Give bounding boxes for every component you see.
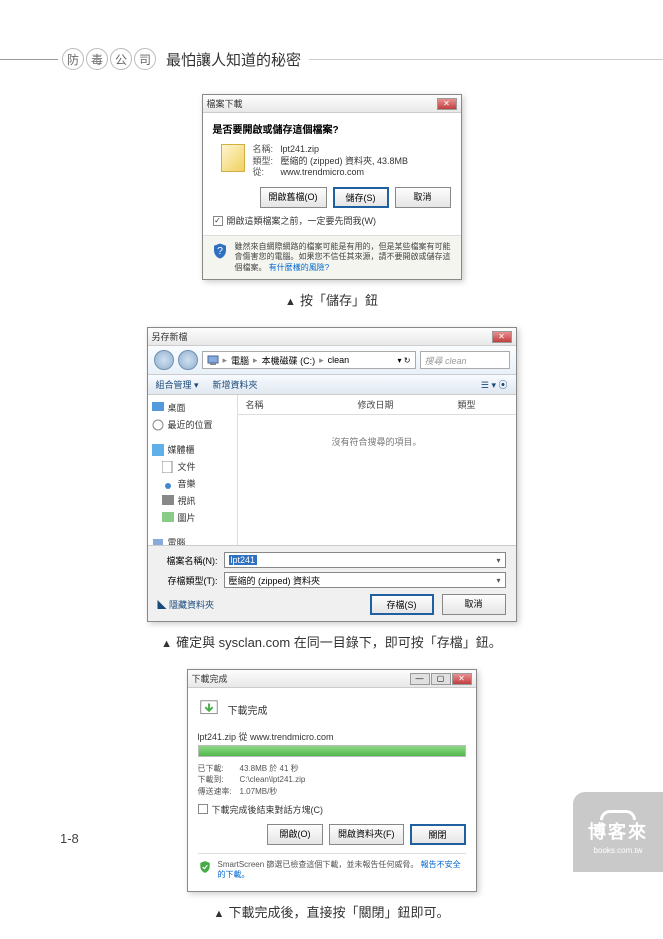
save-as-dialog: 另存新檔 ✕ ▸ 電腦 ▸ 本機磁碟 (C:) ▸ clean ▾ ↻ 搜尋 c…: [147, 327, 517, 622]
titlebar: 另存新檔 ✕: [148, 328, 516, 346]
always-ask-label: 開啟這類檔案之前，一定要先問我(W): [227, 214, 377, 227]
forward-button[interactable]: [178, 350, 198, 370]
filetype-select[interactable]: 壓縮的 (zipped) 資料夾: [224, 572, 506, 588]
titlebar-text: 另存新檔: [152, 330, 188, 343]
open-button[interactable]: 開啟舊檔(O): [260, 187, 327, 208]
download-url: lpt241.zip 從 www.trendmicro.com: [198, 730, 466, 743]
badge-2: 毒: [86, 48, 108, 70]
titlebar: 檔案下載 ✕: [203, 95, 461, 113]
organize-menu[interactable]: 組合管理 ▾: [156, 378, 199, 391]
videos-icon: [162, 495, 174, 507]
download-complete-dialog: 下載完成 — ▢ ✕ 下載完成 lpt241.zip 從 www.trendmi…: [187, 669, 477, 891]
smartscreen-icon: [198, 860, 212, 874]
bc-computer[interactable]: 電腦: [231, 354, 249, 367]
column-date[interactable]: 修改日期: [358, 398, 458, 411]
computer-icon: [207, 354, 219, 366]
titlebar-text: 下載完成: [192, 672, 228, 685]
cancel-button[interactable]: 取消: [395, 187, 451, 208]
sidebar-libraries[interactable]: 媒體櫃: [152, 441, 233, 458]
download-stats: 已下載:43.8MB 於 41 秒 下載到:C:\clean\lpt241.zi…: [198, 763, 466, 797]
dialog-question: 是否要開啟或儲存這個檔案?: [213, 121, 451, 136]
libraries-icon: [152, 444, 164, 456]
header-rule-left: [0, 59, 58, 60]
shield-icon: ?: [211, 242, 229, 260]
risk-link[interactable]: 有什麼樣的風險?: [269, 263, 329, 272]
sidebar-desktop[interactable]: 桌面: [152, 399, 233, 416]
caption-3: ▲下載完成後，直接按「關閉」鈕即可。: [214, 902, 450, 921]
caption-2: ▲確定與 sysclan.com 在同一目錄下，即可按「存檔」鈕。: [161, 632, 502, 651]
badge-3: 公: [110, 48, 132, 70]
watermark-logo: 博客來 books.com.tw: [573, 792, 663, 872]
cancel-button[interactable]: 取消: [442, 594, 506, 615]
sidebar-pictures[interactable]: 圖片: [152, 509, 233, 526]
close-button[interactable]: ✕: [437, 98, 457, 110]
progress-bar: [198, 745, 466, 757]
open-button[interactable]: 開啟(O): [267, 824, 323, 845]
column-type[interactable]: 類型: [458, 398, 516, 411]
column-name[interactable]: 名稱: [238, 398, 358, 411]
documents-icon: [162, 461, 174, 473]
empty-message: 沒有符合搜尋的項目。: [238, 415, 516, 545]
header-rule-right: [309, 59, 663, 60]
download-complete-text: 下載完成: [228, 702, 268, 717]
close-when-done-label: 下載完成後結束對話方塊(C): [212, 803, 324, 816]
header-badges: 防 毒 公 司: [62, 48, 156, 70]
download-icon: [198, 698, 220, 720]
filename-label: 檔案名稱(N):: [158, 554, 218, 567]
sidebar-documents[interactable]: 文件: [152, 458, 233, 475]
open-folder-button[interactable]: 開啟資料夾(F): [329, 824, 404, 845]
badge-1: 防: [62, 48, 84, 70]
music-icon: [162, 478, 174, 490]
titlebar-text: 檔案下載: [207, 97, 243, 110]
close-when-done-checkbox[interactable]: [198, 804, 208, 814]
save-button[interactable]: 存檔(S): [370, 594, 434, 615]
maximize-button[interactable]: ▢: [431, 673, 451, 685]
sidebar-music[interactable]: 音樂: [152, 475, 233, 492]
sidebar: 桌面 最近的位置 媒體櫃 文件 音樂 視訊 圖片 電腦 本機磁碟 (C:) 網路: [148, 395, 238, 545]
bc-folder[interactable]: clean: [328, 355, 350, 365]
smartscreen-text: SmartScreen 篩選已檢查這個下載，並未報告任何威脅。 報告不安全的下載…: [218, 860, 466, 881]
badge-4: 司: [134, 48, 156, 70]
close-button[interactable]: ✕: [492, 331, 512, 343]
zip-file-icon: [221, 144, 245, 172]
recent-icon: [152, 419, 164, 431]
computer-icon: [152, 537, 164, 546]
from-value: www.trendmicro.com: [281, 167, 365, 177]
filetype-label: 存檔類型(T):: [158, 574, 218, 587]
titlebar: 下載完成 — ▢ ✕: [188, 670, 476, 688]
close-button[interactable]: ✕: [452, 673, 472, 685]
page-header: 防 毒 公 司 最怕讓人知道的秘密: [0, 48, 663, 70]
from-label: 從:: [253, 167, 281, 179]
pictures-icon: [162, 512, 174, 524]
close-button[interactable]: 關閉: [410, 824, 466, 845]
watermark-text: 博客來: [588, 818, 648, 844]
page-title: 最怕讓人知道的秘密: [166, 49, 301, 70]
name-label: 名稱:: [253, 144, 281, 156]
hide-folders-link[interactable]: ◣ 隱藏資料夾: [158, 598, 215, 611]
name-value: lpt241.zip: [281, 144, 320, 154]
type-label: 類型:: [253, 156, 281, 168]
new-folder-button[interactable]: 新增資料夾: [213, 378, 258, 391]
caption-1: ▲按「儲存」鈕: [285, 290, 378, 309]
type-value: 壓縮的 (zipped) 資料夾, 43.8MB: [281, 156, 409, 166]
sidebar-videos[interactable]: 視訊: [152, 492, 233, 509]
bc-drive[interactable]: 本機磁碟 (C:): [262, 354, 316, 367]
file-download-dialog: 檔案下載 ✕ 是否要開啟或儲存這個檔案? 名稱:lpt241.zip 類型:壓縮…: [202, 94, 462, 280]
always-ask-checkbox[interactable]: ✓: [213, 216, 223, 226]
minimize-button[interactable]: —: [410, 673, 430, 685]
back-button[interactable]: [154, 350, 174, 370]
save-button[interactable]: 儲存(S): [333, 187, 389, 208]
filename-input[interactable]: lpt241: [224, 552, 506, 568]
search-input[interactable]: 搜尋 clean: [420, 351, 510, 369]
sidebar-recent[interactable]: 最近的位置: [152, 416, 233, 433]
watermark-url: books.com.tw: [594, 846, 643, 855]
breadcrumb[interactable]: ▸ 電腦 ▸ 本機磁碟 (C:) ▸ clean ▾ ↻: [202, 351, 416, 369]
svg-text:?: ?: [217, 245, 223, 257]
sidebar-computer[interactable]: 電腦: [152, 534, 233, 545]
desktop-icon: [152, 402, 164, 414]
page-number: 1-8: [60, 831, 79, 846]
footer-warning: 雖然來自網際網路的檔案可能是有用的，但是某些檔案有可能會傷害您的電腦。如果您不信…: [235, 242, 453, 273]
